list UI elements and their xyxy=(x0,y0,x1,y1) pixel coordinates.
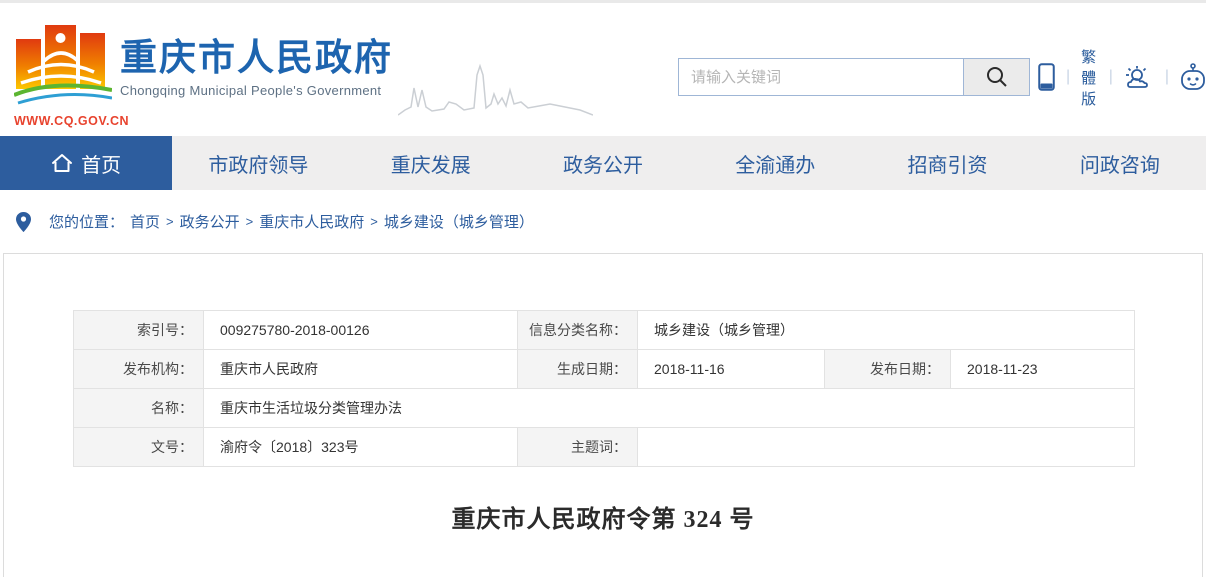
robot-icon xyxy=(1180,63,1206,91)
nav-item-label: 问政咨询 xyxy=(1080,149,1160,178)
logo-url-text: WWW.CQ.GOV.CN xyxy=(14,114,124,128)
document-name-value: 重庆市生活垃圾分类管理办法 xyxy=(204,389,1135,428)
traditional-chinese-link[interactable]: 繁體版 xyxy=(1081,46,1098,109)
location-pin-icon xyxy=(16,212,31,232)
search-button[interactable] xyxy=(963,59,1029,95)
breadcrumb-link-home[interactable]: 首页 xyxy=(130,211,160,232)
created-date-label: 生成日期： xyxy=(518,350,638,389)
document-number-label: 文号： xyxy=(74,428,204,467)
table-row: 文号： 渝府令〔2018〕323号 主题词： xyxy=(74,428,1135,467)
tools-separator: | xyxy=(1109,68,1113,86)
weather-sun-cloud-icon xyxy=(1124,65,1154,90)
document-title: 重庆市人民政府令第 324 号 xyxy=(4,499,1202,534)
header-tools: | 繁體版 | | xyxy=(1038,60,1206,94)
site-title-block: 重庆市人民政府 Chongqing Municipal People's Gov… xyxy=(120,37,393,98)
keywords-value xyxy=(638,428,1135,467)
document-number-value: 渝府令〔2018〕323号 xyxy=(204,428,518,467)
breadcrumb-prefix: 您的位置： xyxy=(49,211,124,232)
table-row: 名称： 重庆市生活垃圾分类管理办法 xyxy=(74,389,1135,428)
breadcrumb: 您的位置： 首页 > 政务公开 > 重庆市人民政府 > 城乡建设（城乡管理） xyxy=(16,211,534,232)
search-input[interactable] xyxy=(679,59,963,95)
table-row: 索引号： 009275780-2018-00126 信息分类名称： 城乡建设（城… xyxy=(74,311,1135,350)
site-header: WWW.CQ.GOV.CN 重庆市人民政府 Chongqing Municipa… xyxy=(0,3,1206,136)
published-date-value: 2018-11-23 xyxy=(951,350,1135,389)
nav-item-services[interactable]: 全渝通办 xyxy=(689,136,861,190)
chongqing-gov-logo-icon xyxy=(14,17,112,107)
nav-item-label: 招商引资 xyxy=(908,149,988,178)
mobile-version-button[interactable] xyxy=(1038,63,1055,91)
breadcrumb-separator: > xyxy=(166,214,174,229)
index-number-label: 索引号： xyxy=(74,311,204,350)
nav-item-investment[interactable]: 招商引资 xyxy=(861,136,1033,190)
assistant-robot-button[interactable] xyxy=(1180,63,1206,91)
breadcrumb-link-government[interactable]: 重庆市人民政府 xyxy=(259,211,364,232)
document-name-label: 名称： xyxy=(74,389,204,428)
breadcrumb-link-category[interactable]: 城乡建设（城乡管理） xyxy=(384,211,534,232)
issuing-agency-label: 发布机构： xyxy=(74,350,204,389)
nav-item-label: 重庆发展 xyxy=(391,149,471,178)
nav-item-consultation[interactable]: 问政咨询 xyxy=(1034,136,1206,190)
created-date-value: 2018-11-16 xyxy=(638,350,825,389)
nav-item-leaders[interactable]: 市政府领导 xyxy=(172,136,344,190)
mobile-phone-icon xyxy=(1038,63,1055,91)
category-value: 城乡建设（城乡管理） xyxy=(638,311,1135,350)
breadcrumb-separator: > xyxy=(370,214,378,229)
weather-button[interactable] xyxy=(1124,65,1154,90)
index-number-value: 009275780-2018-00126 xyxy=(204,311,518,350)
city-skyline-decoration xyxy=(398,61,593,116)
nav-item-label: 全渝通办 xyxy=(735,149,815,178)
search-icon xyxy=(985,65,1009,89)
nav-item-home[interactable]: 首页 xyxy=(0,136,172,190)
breadcrumb-bar: 您的位置： 首页 > 政务公开 > 重庆市人民政府 > 城乡建设（城乡管理） xyxy=(0,190,1206,253)
search-box xyxy=(678,58,1030,96)
home-icon xyxy=(51,153,73,173)
tools-separator: | xyxy=(1066,68,1070,86)
nav-item-label: 市政府领导 xyxy=(208,149,308,178)
category-label: 信息分类名称： xyxy=(518,311,638,350)
site-title: 重庆市人民政府 xyxy=(120,37,393,80)
document-card: 索引号： 009275780-2018-00126 信息分类名称： 城乡建设（城… xyxy=(3,253,1203,577)
nav-item-development[interactable]: 重庆发展 xyxy=(345,136,517,190)
main-navigation: 首页 市政府领导 重庆发展 政务公开 全渝通办 招商引资 问政咨询 xyxy=(0,136,1206,190)
breadcrumb-link-open-government[interactable]: 政务公开 xyxy=(180,211,240,232)
breadcrumb-separator: > xyxy=(246,214,254,229)
tools-separator: | xyxy=(1165,68,1169,86)
site-subtitle: Chongqing Municipal People's Government xyxy=(120,83,393,98)
site-logo[interactable]: WWW.CQ.GOV.CN xyxy=(14,17,124,128)
document-meta-table: 索引号： 009275780-2018-00126 信息分类名称： 城乡建设（城… xyxy=(73,310,1135,467)
nav-item-open-government[interactable]: 政务公开 xyxy=(517,136,689,190)
nav-item-label: 政务公开 xyxy=(563,149,643,178)
issuing-agency-value: 重庆市人民政府 xyxy=(204,350,518,389)
published-date-label: 发布日期： xyxy=(825,350,951,389)
nav-item-label: 首页 xyxy=(81,149,121,178)
table-row: 发布机构： 重庆市人民政府 生成日期： 2018-11-16 发布日期： 201… xyxy=(74,350,1135,389)
keywords-label: 主题词： xyxy=(518,428,638,467)
